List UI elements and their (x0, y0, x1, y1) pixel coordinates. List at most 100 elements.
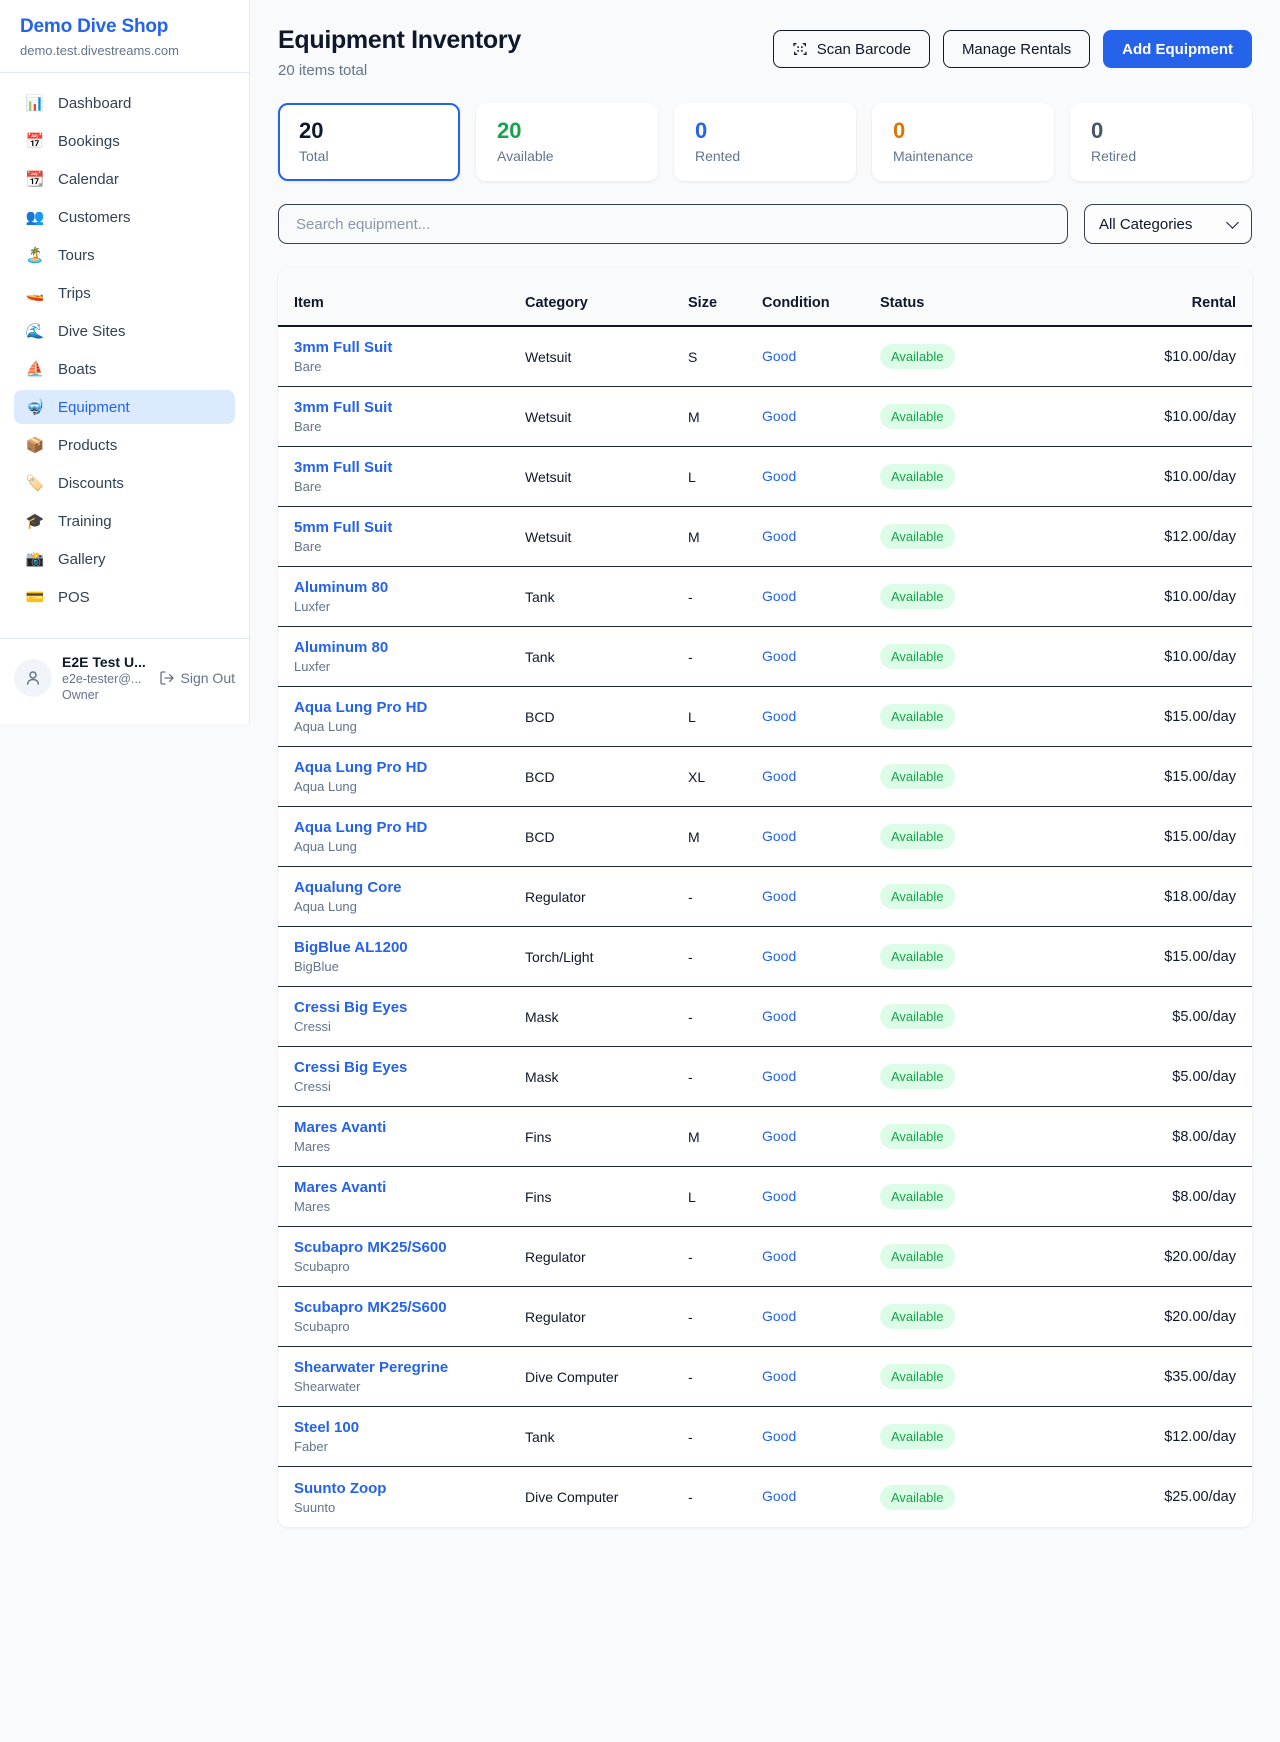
stat-card-maintenance[interactable]: 0 Maintenance (872, 103, 1054, 181)
item-name-link[interactable]: BigBlue AL1200 (294, 939, 525, 956)
item-brand: Bare (294, 359, 525, 374)
sidebar-item-dive-sites[interactable]: 🌊 Dive Sites (14, 314, 235, 348)
stat-card-available[interactable]: 20 Available (476, 103, 658, 181)
add-equipment-button[interactable]: Add Equipment (1103, 30, 1252, 68)
diving-mask-icon: 🤿 (25, 398, 45, 416)
status-badge: Available (880, 704, 955, 729)
condition-link[interactable]: Good (762, 1248, 796, 1264)
size-cell: - (688, 1249, 762, 1265)
sidebar-item-gallery[interactable]: 📸 Gallery (14, 542, 235, 576)
page-header-text: Equipment Inventory 20 items total (278, 26, 521, 79)
condition-link[interactable]: Good (762, 768, 796, 784)
sign-out-button[interactable]: Sign Out (159, 670, 235, 686)
filter-row: All Categories (278, 204, 1252, 244)
sidebar-item-trips[interactable]: 🚤 Trips (14, 276, 235, 310)
condition-link[interactable]: Good (762, 648, 796, 664)
condition-link[interactable]: Good (762, 828, 796, 844)
sidebar-item-customers[interactable]: 👥 Customers (14, 200, 235, 234)
stat-value: 20 (299, 118, 439, 144)
page-subtitle: 20 items total (278, 62, 521, 79)
status-cell: Available (880, 1485, 1086, 1510)
item-brand: BigBlue (294, 959, 525, 974)
sidebar-item-boats[interactable]: ⛵ Boats (14, 352, 235, 386)
condition-link[interactable]: Good (762, 408, 796, 424)
sidebar-item-training[interactable]: 🎓 Training (14, 504, 235, 538)
item-name-link[interactable]: Shearwater Peregrine (294, 1359, 525, 1376)
status-cell: Available (880, 704, 1086, 729)
condition-cell: Good (762, 1368, 880, 1386)
item-name-link[interactable]: Cressi Big Eyes (294, 1059, 525, 1076)
condition-link[interactable]: Good (762, 588, 796, 604)
item-name-link[interactable]: Steel 100 (294, 1419, 525, 1436)
status-badge: Available (880, 1244, 955, 1269)
stat-card-rented[interactable]: 0 Rented (674, 103, 856, 181)
item-name-link[interactable]: Mares Avanti (294, 1119, 525, 1136)
item-brand: Scubapro (294, 1319, 525, 1334)
item-name-link[interactable]: Aqua Lung Pro HD (294, 699, 525, 716)
condition-cell: Good (762, 708, 880, 726)
condition-link[interactable]: Good (762, 948, 796, 964)
category-cell: Fins (525, 1189, 688, 1205)
item-name-link[interactable]: Aqua Lung Pro HD (294, 759, 525, 776)
item-name-link[interactable]: Aqua Lung Pro HD (294, 819, 525, 836)
table-row: Cressi Big Eyes Cressi Mask - Good Avail… (278, 1047, 1252, 1107)
condition-link[interactable]: Good (762, 1008, 796, 1024)
item-name-link[interactable]: Aqualung Core (294, 879, 525, 896)
sidebar-item-tours[interactable]: 🏝️ Tours (14, 238, 235, 272)
item-name-link[interactable]: Scubapro MK25/S600 (294, 1239, 525, 1256)
column-header-category: Category (525, 268, 688, 325)
condition-link[interactable]: Good (762, 1488, 796, 1504)
people-icon: 👥 (25, 208, 45, 226)
logout-icon (159, 670, 175, 686)
rental-cell: $15.00/day (1086, 949, 1236, 965)
sidebar-item-label: Trips (58, 285, 91, 302)
search-input[interactable] (278, 204, 1068, 244)
item-name-link[interactable]: Cressi Big Eyes (294, 999, 525, 1016)
sidebar-item-dashboard[interactable]: 📊 Dashboard (14, 86, 235, 120)
scan-barcode-button[interactable]: Scan Barcode (773, 30, 930, 68)
condition-link[interactable]: Good (762, 1308, 796, 1324)
item-name-link[interactable]: Aluminum 80 (294, 579, 525, 596)
condition-link[interactable]: Good (762, 468, 796, 484)
category-cell: Torch/Light (525, 949, 688, 965)
rental-cell: $12.00/day (1086, 1429, 1236, 1445)
category-select[interactable]: All Categories (1084, 204, 1252, 244)
condition-link[interactable]: Good (762, 888, 796, 904)
status-cell: Available (880, 1004, 1086, 1029)
condition-link[interactable]: Good (762, 1368, 796, 1384)
column-header-status: Status (880, 268, 1086, 325)
condition-link[interactable]: Good (762, 1068, 796, 1084)
condition-link[interactable]: Good (762, 1128, 796, 1144)
condition-link[interactable]: Good (762, 708, 796, 724)
sidebar-item-bookings[interactable]: 📅 Bookings (14, 124, 235, 158)
condition-link[interactable]: Good (762, 528, 796, 544)
sidebar-item-products[interactable]: 📦 Products (14, 428, 235, 462)
sidebar-item-equipment[interactable]: 🤿 Equipment (14, 390, 235, 424)
sidebar-item-discounts[interactable]: 🏷️ Discounts (14, 466, 235, 500)
stat-card-total[interactable]: 20 Total (278, 103, 460, 181)
rental-cell: $10.00/day (1086, 589, 1236, 605)
status-badge: Available (880, 1184, 955, 1209)
stat-card-retired[interactable]: 0 Retired (1070, 103, 1252, 181)
condition-link[interactable]: Good (762, 1188, 796, 1204)
item-name-link[interactable]: 3mm Full Suit (294, 399, 525, 416)
condition-link[interactable]: Good (762, 1428, 796, 1444)
item-name-link[interactable]: 3mm Full Suit (294, 339, 525, 356)
status-cell: Available (880, 1124, 1086, 1149)
item-name-link[interactable]: 3mm Full Suit (294, 459, 525, 476)
size-cell: M (688, 529, 762, 545)
rental-cell: $15.00/day (1086, 829, 1236, 845)
sidebar-item-calendar[interactable]: 📆 Calendar (14, 162, 235, 196)
user-email: e2e-tester@... (62, 672, 149, 686)
table-row: Scubapro MK25/S600 Scubapro Regulator - … (278, 1227, 1252, 1287)
item-name-link[interactable]: Aluminum 80 (294, 639, 525, 656)
table-row: 5mm Full Suit Bare Wetsuit M Good Availa… (278, 507, 1252, 567)
item-name-link[interactable]: Mares Avanti (294, 1179, 525, 1196)
condition-link[interactable]: Good (762, 348, 796, 364)
sidebar-item-label: Discounts (58, 475, 124, 492)
item-name-link[interactable]: Scubapro MK25/S600 (294, 1299, 525, 1316)
sidebar-item-pos[interactable]: 💳 POS (14, 580, 235, 614)
item-name-link[interactable]: Suunto Zoop (294, 1480, 525, 1497)
item-name-link[interactable]: 5mm Full Suit (294, 519, 525, 536)
manage-rentals-button[interactable]: Manage Rentals (943, 30, 1090, 68)
